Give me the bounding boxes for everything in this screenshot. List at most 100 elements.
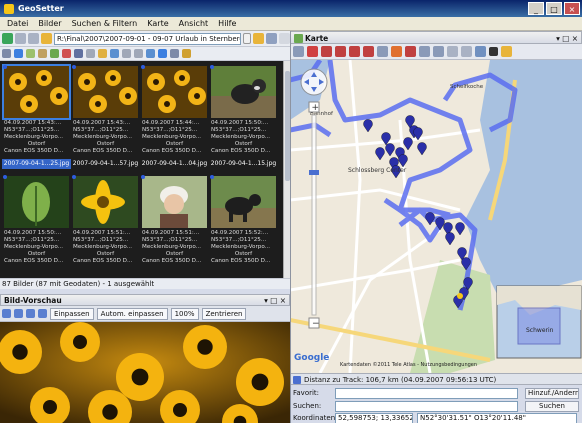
thumbnail-item[interactable]: 04.09.2007 15:51:... N53°37...;O11°25... M… [71,174,140,278]
prev-image-icon[interactable] [14,309,23,318]
thumbnail-date: 04.09.2007 15:43:... [73,120,131,126]
measure-icon[interactable] [419,46,430,57]
marker-list-icon[interactable] [405,46,416,57]
selected-photo-marker[interactable] [457,293,463,299]
pin-copy-icon[interactable] [363,46,374,57]
favorite-add-button[interactable]: Hinzuf./Ändern... [525,388,579,399]
thumbnail-item[interactable]: 04.09.2007 15:50:... N53°37...;O11°25... M… [209,64,278,170]
preview-toolbar: Einpassen Autom. einpassen 100% Zentrier… [0,306,290,322]
path-dropdown-icon[interactable] [243,33,251,44]
forward-arrow-icon[interactable] [15,33,26,44]
preview-flower-center [102,404,118,420]
save-icon[interactable] [26,49,35,58]
zoom-select[interactable]: 100% [170,307,199,320]
pane-splitter[interactable] [290,31,291,423]
coords-dms-field[interactable]: N52°30'31.51" O13°20'11.48" [417,413,577,423]
pin-remove-icon[interactable] [335,46,346,57]
delete-icon[interactable] [62,49,71,58]
menu-suchen-filtern[interactable]: Suchen & Filtern [67,19,143,28]
thumbnail-image[interactable] [211,66,276,118]
paste-icon[interactable] [134,49,143,58]
thumbnail-item[interactable]: 04.09.2007 15:43:... N53°37...;O11°25... M… [71,64,140,170]
path-input[interactable]: R:\Final\2007\2007-09-01 - 09-07 Urlaub … [54,32,241,45]
next-image-icon[interactable] [26,309,35,318]
track-sync-icon[interactable] [391,46,402,57]
fit-button[interactable]: Einpassen [50,307,94,320]
search-button[interactable]: Suchen [525,401,579,412]
thumbnail-image[interactable] [142,66,207,118]
thumbnail-image[interactable] [73,66,138,118]
thumbnail-item[interactable]: 04.09.2007 15:44:... N53°37...;O11°25... M… [140,64,209,170]
select-all-icon[interactable] [14,49,23,58]
pin-add-icon[interactable] [321,46,332,57]
thumbnail-filename: 2007-09-04-1...25.jpg [2,159,71,169]
thumbnail-date: 04.09.2007 15:43:... [4,120,62,126]
thumbnail-image[interactable] [4,176,69,228]
view-mode-icon[interactable] [2,49,11,58]
google-logo: Google [294,353,329,363]
thumbnail-item[interactable]: 04.09.2007 15:43:... N53°37...;O11°25... M… [2,64,71,170]
track-icon[interactable] [377,46,388,57]
folder-toolbar: R:\Final\2007\2007-09-01 - 09-07 Urlaub … [0,31,290,47]
minimize-button[interactable]: _ [528,2,544,15]
up-arrow-icon[interactable] [28,33,39,44]
first-image-icon[interactable] [2,309,11,318]
open-folder-icon[interactable] [253,33,264,44]
star-icon[interactable] [501,46,512,57]
geotag-icon [141,65,145,69]
close-button[interactable]: × [564,2,580,15]
filter-icon[interactable] [74,49,83,58]
thumbnail-image[interactable] [2,64,71,120]
menu-datei[interactable]: Datei [2,19,33,28]
preview-flower-center [12,344,28,360]
favorite-icon[interactable] [98,49,107,58]
favorite-select[interactable] [335,388,518,399]
rotate-icon[interactable] [110,49,119,58]
thumbnail-item[interactable]: 04.09.2007 15:50:... N53°37...;O11°25... M… [2,174,71,278]
thumbnail-image[interactable] [211,176,276,228]
thumbnail-camera: Canon EOS 350D D... [211,148,271,154]
copy-icon[interactable] [122,49,131,58]
sort-icon[interactable] [86,49,95,58]
map-view[interactable]: Schlossberg Center Schelfkoche Bahnhof +… [290,60,582,373]
menu-bilder[interactable]: Bilder [33,19,66,28]
thumbnail-region: Mecklenburg-Vorpo... [73,244,132,250]
columns-icon[interactable] [170,49,179,58]
redo-icon[interactable] [461,46,472,57]
thumbnail-image[interactable] [142,176,207,228]
search-input[interactable] [335,401,518,412]
thumbnail-place: Ostorf [165,251,184,257]
coords-decimal-field[interactable]: 52,598753; 13,336523 [335,413,413,423]
folder-icon[interactable] [41,33,52,44]
pin-move-icon[interactable] [349,46,360,57]
maximize-button[interactable]: □ [546,2,562,15]
thumbnail-scrollbar[interactable] [283,61,290,278]
overview-map[interactable]: Schwerin [496,285,582,359]
auto-fit-button[interactable]: Autom. einpassen [96,307,168,320]
thumbnail-item[interactable]: 04.09.2007 15:52:... N53°37...;O11°25... M… [209,174,278,278]
map-link-icon[interactable] [158,49,167,58]
map-panel-header: Karte ▾ □ × [290,31,582,44]
refresh-icon[interactable] [266,33,277,44]
map-panel-title: Karte [305,34,329,43]
export-icon[interactable] [146,49,155,58]
options-icon[interactable] [279,33,290,44]
center-button[interactable]: Zentrieren [201,307,247,320]
menu-karte[interactable]: Karte [142,19,173,28]
undo-icon[interactable] [447,46,458,57]
pin-icon[interactable] [307,46,318,57]
tag-icon[interactable] [182,49,191,58]
sync-icon[interactable] [50,49,59,58]
layers-icon[interactable] [475,46,486,57]
crosshair-icon[interactable] [489,47,498,56]
last-image-icon[interactable] [38,309,47,318]
zoom-area-icon[interactable] [433,46,444,57]
thumbnail-item[interactable]: 04.09.2007 15:51:... N53°37...;O11°25... M… [140,174,209,278]
edit-data-icon[interactable] [38,49,47,58]
map-options-icon[interactable] [293,46,304,57]
thumbnail-region: Mecklenburg-Vorpo... [4,244,63,250]
menu-ansicht[interactable]: Ansicht [174,19,214,28]
thumbnail-image[interactable] [73,176,138,228]
menu-hilfe[interactable]: Hilfe [213,19,241,28]
back-arrow-icon[interactable] [2,33,13,44]
